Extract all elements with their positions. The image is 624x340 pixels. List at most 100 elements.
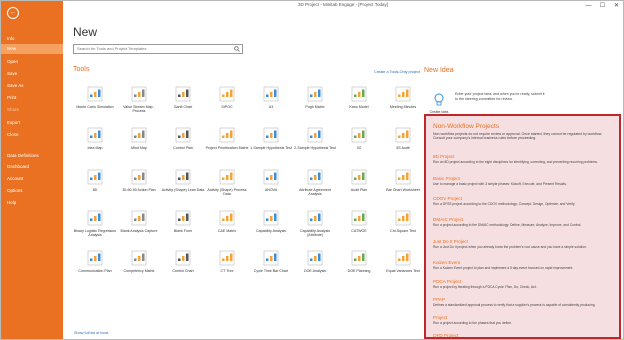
tool-anova[interactable]: ANOVA [249, 168, 293, 202]
tool-binary-logistic-regression-analysis[interactable]: Binary Logistic Regression Analysis [73, 209, 117, 243]
tool-bar-chart-worksheet[interactable]: Bar Chart Worksheet [381, 168, 425, 202]
sidebar-item-new[interactable]: New [1, 44, 63, 54]
tool-label: Competency Matrix [123, 269, 155, 273]
sidebar-item-print[interactable]: Print [1, 93, 63, 103]
tool-blank-analysis-capture[interactable]: Blank Analysis Capture [117, 209, 161, 243]
tool-mind-map[interactable]: Mind Map [117, 126, 161, 160]
pugh-matrix-icon [307, 86, 323, 102]
non-workflow-item-qfd-project[interactable]: QFD ProjectRun a QFD project with Houses… [433, 333, 618, 339]
sidebar-item-save[interactable]: Save [1, 69, 63, 79]
tool-label: Mind Map [131, 146, 147, 150]
tool-gantt-chart[interactable]: Gantt Chart [161, 85, 205, 119]
project-template-description: Run a project according to the DMAIC met… [433, 222, 582, 227]
tool-ct-tree[interactable]: CT Tree [205, 249, 249, 283]
tool-capability-analysis[interactable]: Capability Analysis [249, 209, 293, 243]
non-workflow-item-pdca-project[interactable]: PDCA Project Run a project by iterating t… [433, 279, 618, 289]
tool-a3[interactable]: A3 [249, 85, 293, 119]
minimize-icon[interactable]: — [582, 1, 595, 12]
non-workflow-item-kaizen-event[interactable]: Kaizen Event Run a Kaizen Event project t… [433, 260, 618, 270]
tool-30-60-90-action-plan[interactable]: 30-60-90 Action Plan [117, 168, 161, 202]
tool-competency-matrix[interactable]: Competency Matrix [117, 249, 161, 283]
tool-blank-form[interactable]: Blank Form [161, 209, 205, 243]
non-workflow-item-8d-project[interactable]: 8D Project Run an 8D project according to… [433, 154, 618, 164]
new-idea-description: Enter your project idea, and when you're… [455, 92, 545, 101]
tool-label: Chi-Square Test [390, 229, 416, 233]
control-plan-icon [175, 127, 191, 143]
tool-control-chart[interactable]: Control Chart [161, 249, 205, 283]
tool-value-stream-map-process[interactable]: Value Stream Map - Process [117, 85, 161, 119]
tool-monte-carlo-simulation[interactable]: Monte Carlo Simulation [73, 85, 117, 119]
window-title: 3D Project - Minitab Engage - [Project T… [298, 2, 388, 7]
tool-catwoe[interactable]: CATWOE [337, 209, 381, 243]
audit-plan-icon [351, 169, 367, 185]
non-workflow-item-cdov-project[interactable]: CDOV Project Run a DFSS project according… [433, 196, 618, 206]
sidebar-item-help[interactable]: Help [1, 198, 63, 208]
tool-communication-plan[interactable]: Communication Plan [73, 249, 117, 283]
tool-idea-map[interactable]: Idea Map [73, 126, 117, 160]
prioritization-matrix-icon [219, 127, 235, 143]
tool-project-prioritization-matrix[interactable]: Project Prioritization Matrix [205, 126, 249, 160]
tool-label: Project Prioritization Matrix [205, 146, 249, 150]
non-workflow-item-just-do-it-project[interactable]: Just Do It Project Run a Just Do It proje… [433, 239, 618, 249]
tool-c-e-matrix[interactable]: C&E Matrix [205, 209, 249, 243]
tool-attribute-agreement-analysis[interactable]: Attribute Agreement Analysis [293, 168, 337, 202]
search-input[interactable]: Search for Tools and Project Templates [73, 44, 243, 54]
create-tools-only-link[interactable]: Create a Tools-Only project [374, 70, 420, 74]
tool-control-plan[interactable]: Control Plan [161, 126, 205, 160]
tool-kano-model[interactable]: Kano Model [337, 85, 381, 119]
back-arrow-icon[interactable]: ← [7, 7, 19, 19]
show-full-list-link[interactable]: Show full list of tools [74, 331, 108, 335]
tool-sipoc[interactable]: SIPOC [205, 85, 249, 119]
tool-audit-plan[interactable]: Audit Plan [337, 168, 381, 202]
tool-chi-square-test[interactable]: Chi-Square Test [381, 209, 425, 243]
search-icon[interactable] [234, 46, 240, 52]
sidebar-item-info[interactable]: Info [1, 34, 63, 44]
eight-d-icon [87, 169, 103, 185]
kano-model-icon [351, 86, 367, 102]
sidebar-item-options[interactable]: Options [1, 186, 63, 196]
restore-icon[interactable]: ☐ [596, 1, 609, 12]
mind-map-icon [131, 127, 147, 143]
tool-meeting-minutes[interactable]: Meeting Minutes [381, 85, 425, 119]
sidebar-item-dashboard[interactable]: Dashboard [1, 162, 63, 172]
sidebar-item-save-as[interactable]: Save As [1, 81, 63, 91]
process-data-icon [219, 169, 235, 185]
non-workflow-item-project[interactable]: Project Run a project according to the ph… [433, 315, 618, 325]
tool-doe-analysis[interactable]: DOE Analysis [293, 249, 337, 283]
tool-label: Control Chart [172, 269, 194, 273]
doe-planning-icon [351, 250, 367, 266]
tool-doe-planning[interactable]: DOE Planning [337, 249, 381, 283]
project-template-description: Run a project according to the phases th… [433, 320, 512, 325]
tool-cycle-time-bar-chart[interactable]: Cycle Time Bar Chart [249, 249, 293, 283]
tool-activity-shape-process-data[interactable]: Activity (Shape) Process Data [205, 168, 249, 202]
tool-label: Pugh Matrix [305, 105, 325, 109]
non-workflow-item-dmaic-project[interactable]: DMAIC Project Run a project according to … [433, 217, 618, 227]
tool-activity-shape-lean-data[interactable]: Activity (Shape) Lean Data [161, 168, 205, 202]
tool-5s-audit[interactable]: 5S Audit [381, 126, 425, 160]
lightbulb-icon[interactable] [429, 93, 449, 107]
non-workflow-item-ppap[interactable]: PPAP Defines a standardized approval proc… [433, 297, 618, 307]
tool-capability-analysis-attribute[interactable]: Capability Analysis (Attribute) [293, 209, 337, 243]
tool-1-sample-hypothesis-test[interactable]: 1-Sample Hypothesis Test [249, 126, 293, 160]
tool-8d[interactable]: 8D [73, 168, 117, 202]
sidebar-item-data-definitions[interactable]: Data Definitions [1, 151, 63, 161]
close-icon[interactable]: ✕ [610, 1, 623, 12]
tool-label: Blank Form [173, 229, 193, 233]
sidebar-item-export[interactable]: Export [1, 118, 63, 128]
a3-icon [263, 86, 279, 102]
sidebar-item-open[interactable]: Open [1, 57, 63, 67]
tool-equal-variances-test[interactable]: Equal Variances Test [381, 249, 425, 283]
sidebar-item-account[interactable]: Account [1, 174, 63, 184]
catwoe-icon [351, 210, 367, 226]
tool-x0[interactable]: X0 [337, 126, 381, 160]
sidebar-item-close[interactable]: Close [1, 130, 63, 140]
communication-plan-icon [87, 250, 103, 266]
analysis-capture-icon [131, 210, 147, 226]
tool-2-sample-hypothesis-test[interactable]: 2-Sample Hypothesis Test [293, 126, 337, 160]
tool-label: A3 [268, 105, 274, 109]
tool-label: Idea Map [87, 146, 103, 150]
tool-pugh-matrix[interactable]: Pugh Matrix [293, 85, 337, 119]
tool-label: 1-Sample Hypothesis Test [250, 146, 292, 150]
tool-label: Capability Analysis (Attribute) [300, 229, 330, 238]
non-workflow-item-basic-project[interactable]: Basic Project Use to manage a basic proje… [433, 176, 618, 186]
